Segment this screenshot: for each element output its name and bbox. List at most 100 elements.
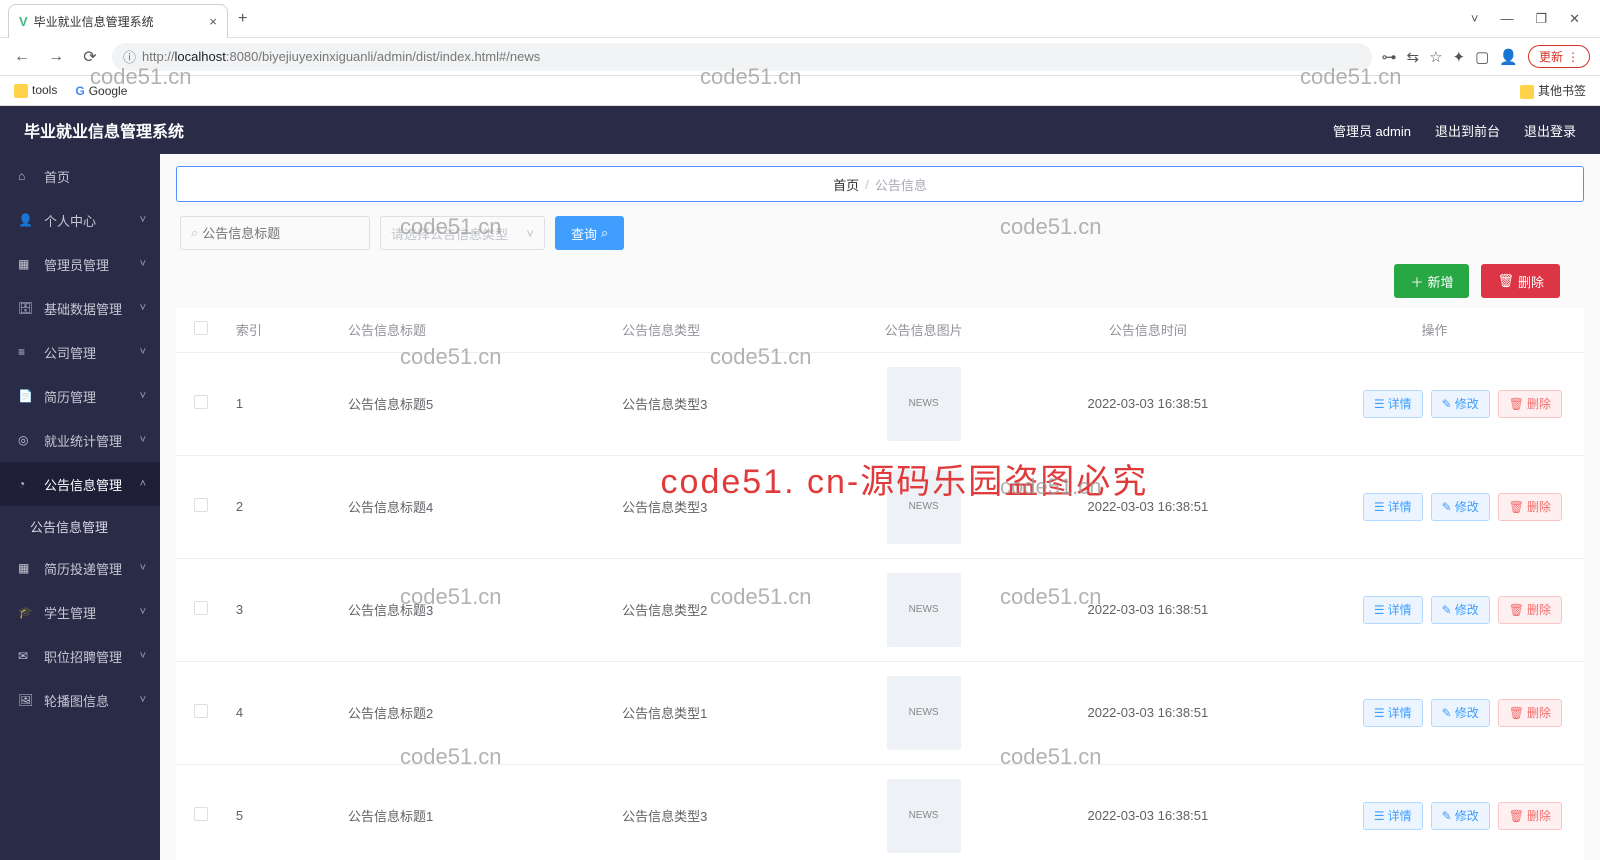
select-all-checkbox[interactable]: [194, 321, 208, 335]
row-checkbox[interactable]: [194, 395, 208, 409]
browser-nav-bar: ← → ⟳ ⓘ http:// localhost :8080/biyejiuy…: [0, 38, 1600, 76]
row-edit-button[interactable]: ✎修改: [1431, 802, 1490, 830]
cell-image: NEWS: [887, 676, 961, 750]
add-button[interactable]: ＋新增: [1394, 264, 1469, 298]
site-info-icon[interactable]: ⓘ: [123, 47, 136, 66]
url-path: :8080/biyejiuyexinxiguanli/admin/dist/in…: [226, 49, 540, 64]
col-ops: 操作: [1285, 308, 1584, 352]
row-checkbox[interactable]: [194, 498, 208, 512]
col-type: 公告信息类型: [612, 308, 836, 352]
sidebar-item[interactable]: ▦管理员管理˅: [0, 242, 160, 286]
tab-title: 毕业就业信息管理系统: [34, 13, 206, 30]
breadcrumb-home[interactable]: 首页: [833, 175, 859, 194]
menu-icon: 🎓: [18, 605, 34, 619]
breadcrumb-current: 公告信息: [875, 175, 927, 194]
close-icon[interactable]: ✕: [1569, 11, 1580, 27]
new-tab-button[interactable]: +: [238, 10, 247, 28]
share-icon[interactable]: ☆: [1429, 48, 1442, 66]
goto-front-link[interactable]: 退出到前台: [1435, 121, 1500, 140]
sidebar-item[interactable]: 📄简历管理˅: [0, 374, 160, 418]
chevron-icon: ˅: [140, 606, 146, 618]
chevron-icon: ˅: [140, 562, 146, 574]
menu-label: 简历管理: [44, 387, 96, 406]
sidebar-item[interactable]: 👤个人中心˅: [0, 198, 160, 242]
chevron-icon: ˅: [140, 302, 146, 314]
menu-label: 首页: [44, 167, 70, 186]
col-time: 公告信息时间: [1011, 308, 1285, 352]
address-bar[interactable]: ⓘ http:// localhost :8080/biyejiuyexinxi…: [112, 43, 1372, 71]
cell-image: NEWS: [887, 367, 961, 441]
forward-icon[interactable]: →: [44, 48, 68, 66]
menu-label: 个人中心: [44, 211, 96, 230]
edit-icon: ✎: [1442, 809, 1452, 823]
row-delete-button[interactable]: 🗑删除: [1498, 390, 1562, 418]
app-header: 毕业就业信息管理系统 管理员 admin 退出到前台 退出登录: [0, 106, 1600, 154]
row-detail-button[interactable]: ☰详情: [1363, 493, 1423, 521]
cell-index: 3: [226, 558, 338, 661]
maximize-icon[interactable]: ❐: [1535, 11, 1547, 27]
key-icon[interactable]: ⊶: [1382, 48, 1397, 66]
search-toolbar: ⌕ 请选择公告信息类型 ˅ 查询⌕: [180, 216, 1584, 250]
row-checkbox[interactable]: [194, 704, 208, 718]
sidebar-subitem[interactable]: 公告信息管理: [0, 506, 160, 546]
menu-label: 公司管理: [44, 343, 96, 362]
cell-image: NEWS: [887, 779, 961, 853]
menu-label: 就业统计管理: [44, 431, 122, 450]
logout-link[interactable]: 退出登录: [1524, 121, 1576, 140]
minimize-icon[interactable]: —: [1500, 11, 1513, 27]
row-edit-button[interactable]: ✎修改: [1431, 596, 1490, 624]
row-checkbox[interactable]: [194, 601, 208, 615]
extensions-icon[interactable]: ✦: [1453, 48, 1466, 66]
cell-title: 公告信息标题2: [338, 661, 612, 764]
menu-icon: ◎: [18, 433, 34, 447]
menu-label: 职位招聘管理: [44, 647, 122, 666]
panel-icon[interactable]: ▢: [1475, 48, 1489, 66]
list-icon: ☰: [1374, 809, 1385, 823]
query-button[interactable]: 查询⌕: [555, 216, 624, 250]
url-host: localhost: [175, 49, 226, 64]
bookmark-other[interactable]: 其他书签: [1520, 82, 1586, 99]
row-edit-button[interactable]: ✎修改: [1431, 493, 1490, 521]
row-detail-button[interactable]: ☰详情: [1363, 390, 1423, 418]
row-detail-button[interactable]: ☰详情: [1363, 802, 1423, 830]
user-label[interactable]: 管理员 admin: [1333, 121, 1411, 140]
trash-icon: 🗑: [1509, 706, 1524, 720]
sidebar-item[interactable]: 🖼轮播图信息˅: [0, 678, 160, 722]
profile-icon[interactable]: 👤: [1499, 48, 1518, 66]
row-delete-button[interactable]: 🗑删除: [1498, 802, 1562, 830]
row-detail-button[interactable]: ☰详情: [1363, 596, 1423, 624]
sidebar-item[interactable]: ◎就业统计管理˅: [0, 418, 160, 462]
bookmark-tools[interactable]: tools: [14, 83, 57, 98]
browser-tab[interactable]: V 毕业就业信息管理系统 ×: [8, 4, 228, 38]
row-delete-button[interactable]: 🗑删除: [1498, 493, 1562, 521]
cell-type: 公告信息类型3: [612, 764, 836, 860]
browser-tab-strip: V 毕业就业信息管理系统 × + ˅ — ❐ ✕: [0, 0, 1600, 38]
bookmark-google[interactable]: GGoogle: [75, 84, 127, 98]
reload-icon[interactable]: ⟳: [78, 47, 102, 67]
sidebar-item[interactable]: ≡公司管理˅: [0, 330, 160, 374]
row-delete-button[interactable]: 🗑删除: [1498, 596, 1562, 624]
translate-icon[interactable]: ⇆: [1407, 48, 1420, 66]
sidebar-item[interactable]: ✉职位招聘管理˅: [0, 634, 160, 678]
row-edit-button[interactable]: ✎修改: [1431, 699, 1490, 727]
sidebar-item[interactable]: 🎓学生管理˅: [0, 590, 160, 634]
news-table: 索引 公告信息标题 公告信息类型 公告信息图片 公告信息时间 操作 1 公告信息…: [176, 308, 1584, 860]
row-delete-button[interactable]: 🗑删除: [1498, 699, 1562, 727]
list-icon: ☰: [1374, 500, 1385, 514]
chevron-down-icon[interactable]: ˅: [1471, 11, 1479, 27]
search-title-input[interactable]: [202, 226, 359, 241]
sidebar-item[interactable]: ◔公告信息管理˄: [0, 462, 160, 506]
tab-close-icon[interactable]: ×: [209, 14, 217, 29]
sidebar-item[interactable]: ⌂首页: [0, 154, 160, 198]
breadcrumb-sep: /: [865, 177, 869, 192]
type-select[interactable]: 请选择公告信息类型 ˅: [380, 216, 545, 250]
back-icon[interactable]: ←: [10, 48, 34, 66]
row-detail-button[interactable]: ☰详情: [1363, 699, 1423, 727]
menu-icon: 🗄: [18, 301, 34, 315]
sidebar-item[interactable]: 🗄基础数据管理˅: [0, 286, 160, 330]
delete-button[interactable]: 🗑删除: [1481, 264, 1560, 298]
browser-update-button[interactable]: 更新⋮: [1528, 45, 1590, 68]
row-checkbox[interactable]: [194, 807, 208, 821]
sidebar-item[interactable]: ▦简历投递管理˅: [0, 546, 160, 590]
row-edit-button[interactable]: ✎修改: [1431, 390, 1490, 418]
